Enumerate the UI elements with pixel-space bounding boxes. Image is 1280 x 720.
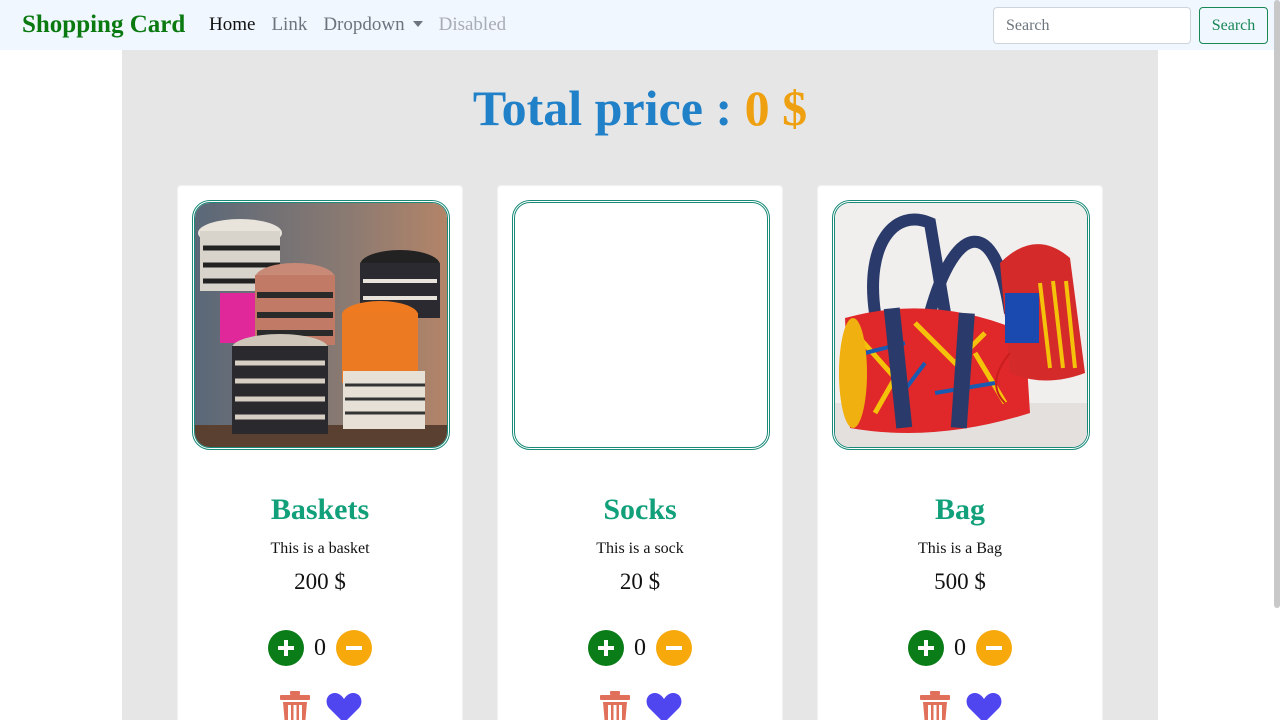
product-title: Baskets <box>270 493 370 526</box>
total-price-amount: 0 $ <box>744 80 808 136</box>
product-price: 200 $ <box>294 569 346 594</box>
minus-icon <box>666 646 682 650</box>
plus-icon <box>278 640 294 656</box>
product-image-bag <box>832 200 1090 450</box>
product-card-baskets: Baskets This is a basket 200 $ 0 <box>177 185 463 720</box>
card-actions <box>818 691 1102 720</box>
caret-down-icon <box>412 21 423 27</box>
search-button[interactable]: Search <box>1199 7 1268 44</box>
minus-icon <box>346 646 362 650</box>
total-price-label: Total price : <box>472 80 745 136</box>
quantity-stepper: 0 <box>498 630 782 666</box>
product-title: Bag <box>934 493 985 526</box>
baskets-photo <box>195 203 447 447</box>
product-price: 20 $ <box>619 569 661 594</box>
card-actions <box>178 691 462 720</box>
plus-icon <box>598 640 614 656</box>
decrease-button[interactable] <box>336 630 372 666</box>
bag-photo <box>835 203 1087 447</box>
nav-links: Home Link Dropdown Disabled <box>209 12 522 38</box>
navbar: Shopping Card Home Link Dropdown Disable… <box>0 0 1280 50</box>
brand-title[interactable]: Shopping Card <box>22 10 185 40</box>
quantity-stepper: 0 <box>178 630 462 666</box>
quantity-value: 0 <box>954 635 966 661</box>
plus-icon <box>918 640 934 656</box>
main-panel: Total price : 0 $ Baskets This is a bask… <box>122 50 1158 720</box>
heart-icon[interactable] <box>326 691 362 720</box>
minus-icon <box>986 646 1002 650</box>
nav-link-link[interactable]: Link <box>271 12 307 38</box>
decrease-button[interactable] <box>656 630 692 666</box>
heart-icon[interactable] <box>966 691 1002 720</box>
trash-icon[interactable] <box>919 691 951 720</box>
nav-dropdown-label: Dropdown <box>323 14 405 35</box>
increase-button[interactable] <box>588 630 624 666</box>
product-image-socks <box>512 200 770 450</box>
quantity-stepper: 0 <box>818 630 1102 666</box>
quantity-value: 0 <box>314 635 326 661</box>
product-title: Socks <box>603 493 677 526</box>
total-price: Total price : 0 $ <box>122 78 1158 138</box>
product-price: 500 $ <box>934 569 986 594</box>
search-input[interactable] <box>993 7 1191 44</box>
nav-link-home[interactable]: Home <box>209 12 255 38</box>
product-card-socks: Socks This is a sock 20 $ 0 <box>497 185 783 720</box>
product-description: This is a basket <box>270 540 370 557</box>
trash-icon[interactable] <box>279 691 311 720</box>
decrease-button[interactable] <box>976 630 1012 666</box>
scrollbar[interactable] <box>1274 0 1280 608</box>
heart-icon[interactable] <box>646 691 682 720</box>
product-description: This is a sock <box>596 540 684 557</box>
trash-icon[interactable] <box>599 691 631 720</box>
nav-dropdown[interactable]: Dropdown <box>323 12 423 38</box>
increase-button[interactable] <box>908 630 944 666</box>
product-description: This is a Bag <box>918 540 1002 557</box>
nav-link-disabled: Disabled <box>438 14 507 35</box>
card-actions <box>498 691 782 720</box>
product-image-baskets <box>192 200 450 450</box>
quantity-value: 0 <box>634 635 646 661</box>
increase-button[interactable] <box>268 630 304 666</box>
product-card-bag: Bag This is a Bag 500 $ 0 <box>817 185 1103 720</box>
